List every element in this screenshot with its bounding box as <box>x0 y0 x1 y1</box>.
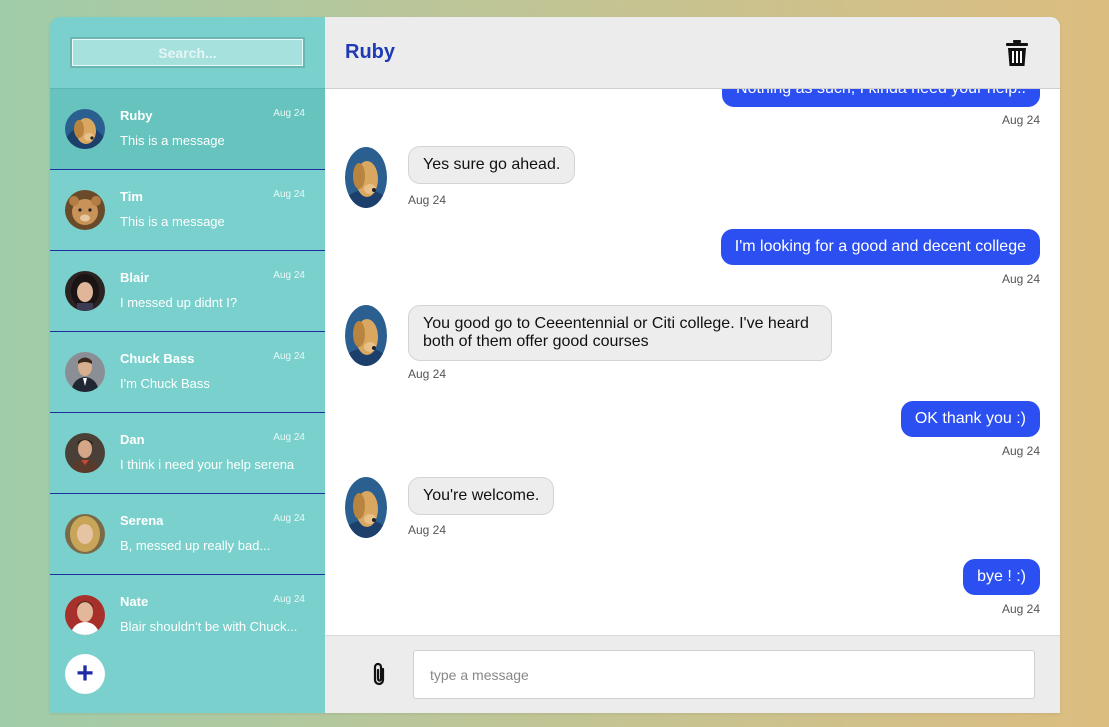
contact-item-ruby[interactable]: Ruby Aug 24 This is a message <box>50 89 325 170</box>
message-date: Aug 24 <box>1001 444 1040 458</box>
incoming-message: Yes sure go ahead. <box>408 146 576 184</box>
blonde-woman-avatar <box>65 514 105 554</box>
sender-avatar <box>345 305 387 366</box>
message-composer <box>325 635 1060 713</box>
contact-name: Serena <box>120 513 164 528</box>
message-date: Aug 24 <box>1001 113 1040 127</box>
dog-avatar <box>65 109 105 149</box>
contact-name: Dan <box>120 432 145 447</box>
sidebar-footer: + <box>50 635 325 713</box>
contact-name: Nate <box>120 594 149 609</box>
incoming-message: You're welcome. <box>408 477 555 515</box>
sender-avatar <box>345 147 387 208</box>
message-date: Aug 24 <box>1001 272 1040 286</box>
contact-name: Blair <box>120 270 149 285</box>
contact-item-dan[interactable]: Dan Aug 24 I think i need your help sere… <box>50 413 325 494</box>
contact-preview: This is a message <box>120 214 225 229</box>
contact-preview: Blair shouldn't be with Chuck... <box>120 619 298 634</box>
contact-preview: I think i need your help serena <box>120 457 295 472</box>
contact-date: Aug 24 <box>273 351 305 362</box>
incoming-message: You good go to Ceeentennial or Citi coll… <box>408 305 832 361</box>
contact-preview: This is a message <box>120 133 225 148</box>
contact-item-tim[interactable]: Tim Aug 24 This is a message <box>50 170 325 251</box>
man-avatar <box>65 595 105 635</box>
contact-preview: I messed up didnt I? <box>120 295 238 310</box>
contact-item-nate[interactable]: Nate Aug 24 Blair shouldn't be with Chuc… <box>50 575 325 635</box>
contact-item-blair[interactable]: Blair Aug 24 I messed up didnt I? <box>50 251 325 332</box>
chat-panel: Ruby Nothing as such, I kinda need your … <box>325 17 1060 713</box>
message-input[interactable] <box>413 650 1035 699</box>
search-input[interactable] <box>70 37 305 68</box>
outgoing-message: I'm looking for a good and decent colleg… <box>720 229 1040 265</box>
contact-date: Aug 24 <box>273 432 305 443</box>
lion-cub-avatar <box>65 190 105 230</box>
messenger-app: Ruby Aug 24 This is a message Tim Aug 24… <box>50 17 1060 713</box>
message-date: Aug 24 <box>408 193 447 207</box>
contact-date: Aug 24 <box>273 270 305 281</box>
sender-avatar <box>345 477 387 538</box>
contact-name: Tim <box>120 189 143 204</box>
man-avatar <box>65 433 105 473</box>
sidebar-header <box>50 17 325 89</box>
woman-avatar <box>65 271 105 311</box>
contact-name: Chuck Bass <box>120 351 195 366</box>
message-date: Aug 24 <box>408 367 447 381</box>
contact-preview: B, messed up really bad... <box>120 538 271 553</box>
add-contact-button[interactable]: + <box>65 654 105 694</box>
message-date: Aug 24 <box>1001 602 1040 616</box>
chat-title: Ruby <box>345 41 395 63</box>
contact-name: Ruby <box>120 108 153 123</box>
trash-icon[interactable] <box>1006 39 1028 66</box>
chat-header: Ruby <box>325 17 1060 89</box>
contact-item-chuck-bass[interactable]: Chuck Bass Aug 24 I'm Chuck Bass <box>50 332 325 413</box>
outgoing-message: bye ! :) <box>963 559 1040 595</box>
contact-item-serena[interactable]: Serena Aug 24 B, messed up really bad... <box>50 494 325 575</box>
paperclip-icon[interactable] <box>370 662 388 688</box>
contact-preview: I'm Chuck Bass <box>120 376 210 391</box>
outgoing-message: Nothing as such, I kinda need your help.… <box>722 89 1040 107</box>
contacts-sidebar: Ruby Aug 24 This is a message Tim Aug 24… <box>50 17 325 713</box>
contact-date: Aug 24 <box>273 513 305 524</box>
contact-date: Aug 24 <box>273 594 305 605</box>
man-suit-avatar <box>65 352 105 392</box>
contact-date: Aug 24 <box>273 108 305 119</box>
contact-date: Aug 24 <box>273 189 305 200</box>
message-date: Aug 24 <box>408 523 447 537</box>
contact-list: Ruby Aug 24 This is a message Tim Aug 24… <box>50 89 325 635</box>
message-list: Nothing as such, I kinda need your help.… <box>325 89 1060 635</box>
outgoing-message: OK thank you :) <box>900 401 1040 437</box>
